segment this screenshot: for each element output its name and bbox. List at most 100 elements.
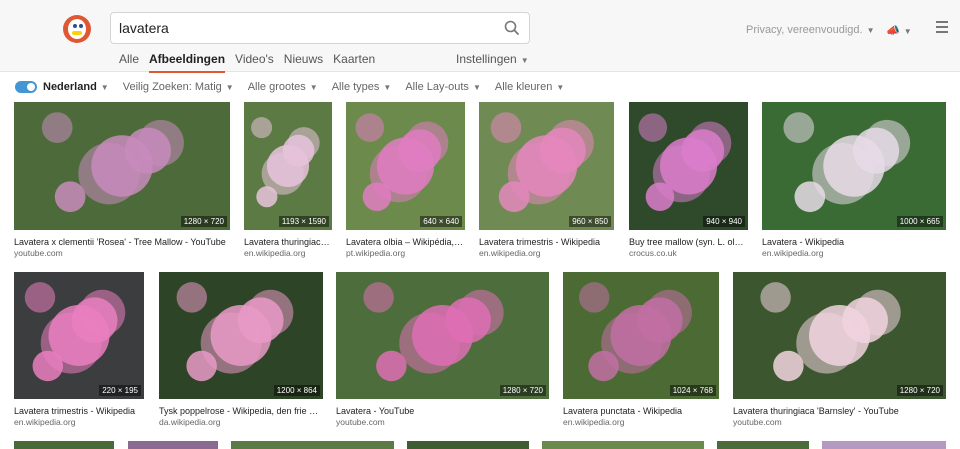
flower-photo bbox=[41, 112, 184, 213]
region-toggle[interactable] bbox=[15, 81, 37, 93]
result-source[interactable]: en.wikipedia.org bbox=[479, 248, 540, 258]
chevron-down-icon: ▼ bbox=[472, 83, 481, 92]
filter-bar: Nederland ▼ Veilig Zoeken: Matig ▼ Alle gr… bbox=[0, 72, 960, 102]
chevron-down-icon: ▼ bbox=[225, 83, 234, 92]
safe-search-filter[interactable]: Veilig Zoeken: Matig ▼ bbox=[123, 81, 234, 93]
result-thumbnail[interactable]: 1193 × 1590 bbox=[244, 102, 332, 230]
size-filter[interactable]: Alle grootes ▼ bbox=[248, 81, 318, 93]
layout-label: Alle Lay-outs bbox=[405, 81, 469, 93]
result-source[interactable]: youtube.com bbox=[14, 248, 63, 258]
image-dimensions: 220 × 195 bbox=[99, 385, 141, 396]
flower-photo bbox=[578, 282, 692, 382]
color-filter[interactable]: Alle kleuren ▼ bbox=[495, 81, 564, 93]
partial-thumb[interactable] bbox=[128, 441, 218, 449]
image-dimensions: 1200 × 864 bbox=[273, 385, 320, 396]
chevron-down-icon: ▼ bbox=[866, 26, 875, 35]
result-thumbnail[interactable]: 1024 × 768 bbox=[563, 272, 719, 399]
result-thumbnail[interactable]: 1280 × 720 bbox=[14, 102, 230, 230]
tab-videos[interactable]: Video's bbox=[235, 52, 274, 73]
search-tabs: Alle Afbeeldingen Video's Nieuws Kaarten bbox=[119, 52, 375, 73]
partial-thumb[interactable] bbox=[822, 441, 946, 449]
result-title[interactable]: Lavatera trimestris - Wikipedia bbox=[479, 237, 614, 247]
image-dimensions: 960 × 850 bbox=[569, 216, 611, 227]
settings-label: Instellingen bbox=[456, 52, 517, 66]
result-thumbnail[interactable]: 640 × 640 bbox=[346, 102, 465, 230]
partial-thumb[interactable] bbox=[717, 441, 809, 449]
image-dimensions: 1280 × 720 bbox=[896, 385, 943, 396]
flower-photo bbox=[251, 117, 320, 208]
safe-search-label: Veilig Zoeken: Matig bbox=[122, 81, 222, 93]
layout-filter[interactable]: Alle Lay-outs ▼ bbox=[405, 81, 481, 93]
result-source[interactable]: crocus.co.uk bbox=[629, 248, 677, 258]
type-label: Alle types bbox=[331, 81, 380, 93]
megaphone-icon[interactable]: 📣 ▼ bbox=[886, 24, 912, 37]
image-dimensions: 1193 × 1590 bbox=[278, 216, 329, 227]
settings-menu[interactable]: Instellingen ▼ bbox=[456, 52, 529, 66]
result-title[interactable]: Lavatera punctata - Wikipedia bbox=[563, 406, 719, 416]
result-title[interactable]: Lavatera trimestris - Wikipedia bbox=[14, 406, 144, 416]
result-source[interactable]: da.wikipedia.org bbox=[159, 417, 220, 427]
size-label: Alle grootes bbox=[247, 81, 306, 93]
image-dimensions: 940 × 940 bbox=[703, 216, 745, 227]
result-thumbnail[interactable]: 1280 × 720 bbox=[336, 272, 549, 399]
logo-beak bbox=[72, 31, 82, 35]
header: Alle Afbeeldingen Video's Nieuws Kaarten… bbox=[0, 0, 960, 73]
search-box bbox=[110, 12, 530, 44]
image-dimensions: 640 × 640 bbox=[420, 216, 462, 227]
result-title[interactable]: Tysk poppelrose - Wikipedia, den frie en… bbox=[159, 406, 323, 416]
logo-face bbox=[68, 19, 86, 39]
flower-photo bbox=[490, 112, 594, 213]
duckduckgo-logo[interactable] bbox=[63, 15, 91, 43]
flower-photo bbox=[355, 113, 449, 211]
chevron-down-icon: ▼ bbox=[520, 56, 529, 65]
result-title[interactable]: Lavatera - YouTube bbox=[336, 406, 549, 416]
result-thumbnail[interactable]: 940 × 940 bbox=[629, 102, 748, 230]
flower-photo bbox=[363, 282, 504, 382]
flower-photo bbox=[638, 113, 732, 211]
tab-news[interactable]: Nieuws bbox=[284, 52, 323, 73]
flower-photo bbox=[760, 282, 901, 382]
result-source[interactable]: en.wikipedia.org bbox=[563, 417, 624, 427]
image-dimensions: 1280 × 720 bbox=[180, 216, 227, 227]
result-source[interactable]: pt.wikipedia.org bbox=[346, 248, 405, 258]
result-title[interactable]: Lavatera thuringiaca 'Barnsley' - YouTub… bbox=[733, 406, 946, 416]
result-title[interactable]: Lavatera olbia – Wikipédia, a enciclopéd… bbox=[346, 237, 465, 247]
result-source[interactable]: en.wikipedia.org bbox=[762, 248, 823, 258]
result-source[interactable]: en.wikipedia.org bbox=[244, 248, 305, 258]
search-icon[interactable] bbox=[504, 20, 520, 36]
image-dimensions: 1000 × 665 bbox=[896, 216, 943, 227]
result-thumbnail[interactable]: 960 × 850 bbox=[479, 102, 614, 230]
logo-eye bbox=[73, 24, 77, 28]
hamburger-menu-icon[interactable] bbox=[936, 21, 948, 33]
result-thumbnail[interactable]: 1200 × 864 bbox=[159, 272, 323, 399]
partial-thumb[interactable] bbox=[231, 441, 394, 449]
result-source[interactable]: youtube.com bbox=[733, 417, 782, 427]
privacy-label: Privacy, vereenvoudigd. bbox=[746, 24, 863, 36]
chevron-down-icon: ▼ bbox=[903, 27, 912, 36]
privacy-menu[interactable]: Privacy, vereenvoudigd. ▼ bbox=[746, 24, 875, 36]
partial-thumb[interactable] bbox=[14, 441, 114, 449]
region-label: Nederland bbox=[43, 81, 97, 93]
chevron-down-icon: ▼ bbox=[383, 83, 392, 92]
search-input[interactable] bbox=[119, 13, 499, 43]
result-source[interactable]: en.wikipedia.org bbox=[14, 417, 75, 427]
image-dimensions: 1280 × 720 bbox=[499, 385, 546, 396]
result-title[interactable]: Lavatera - Wikipedia bbox=[762, 237, 946, 247]
result-title[interactable]: Lavatera x clementii 'Rosea' - Tree Mall… bbox=[14, 237, 230, 247]
result-thumbnail[interactable]: 1000 × 665 bbox=[762, 102, 946, 230]
result-title[interactable]: Buy tree mallow (syn. L. olbia) bbox=[629, 237, 748, 247]
tab-all[interactable]: Alle bbox=[119, 52, 139, 73]
image-dimensions: 1024 × 768 bbox=[669, 385, 716, 396]
flower-photo bbox=[783, 112, 911, 213]
type-filter[interactable]: Alle types ▼ bbox=[332, 81, 392, 93]
partial-thumb[interactable] bbox=[407, 441, 529, 449]
partial-thumb[interactable] bbox=[542, 441, 704, 449]
tab-maps[interactable]: Kaarten bbox=[333, 52, 375, 73]
color-label: Alle kleuren bbox=[494, 81, 553, 93]
result-source[interactable]: youtube.com bbox=[336, 417, 385, 427]
result-title[interactable]: Lavatera thuringiaca - Wikipedia bbox=[244, 237, 332, 247]
tab-images[interactable]: Afbeeldingen bbox=[149, 52, 226, 73]
result-thumbnail[interactable]: 1280 × 720 bbox=[733, 272, 946, 399]
result-thumbnail[interactable]: 220 × 195 bbox=[14, 272, 144, 399]
region-filter[interactable]: Nederland ▼ bbox=[43, 81, 109, 93]
